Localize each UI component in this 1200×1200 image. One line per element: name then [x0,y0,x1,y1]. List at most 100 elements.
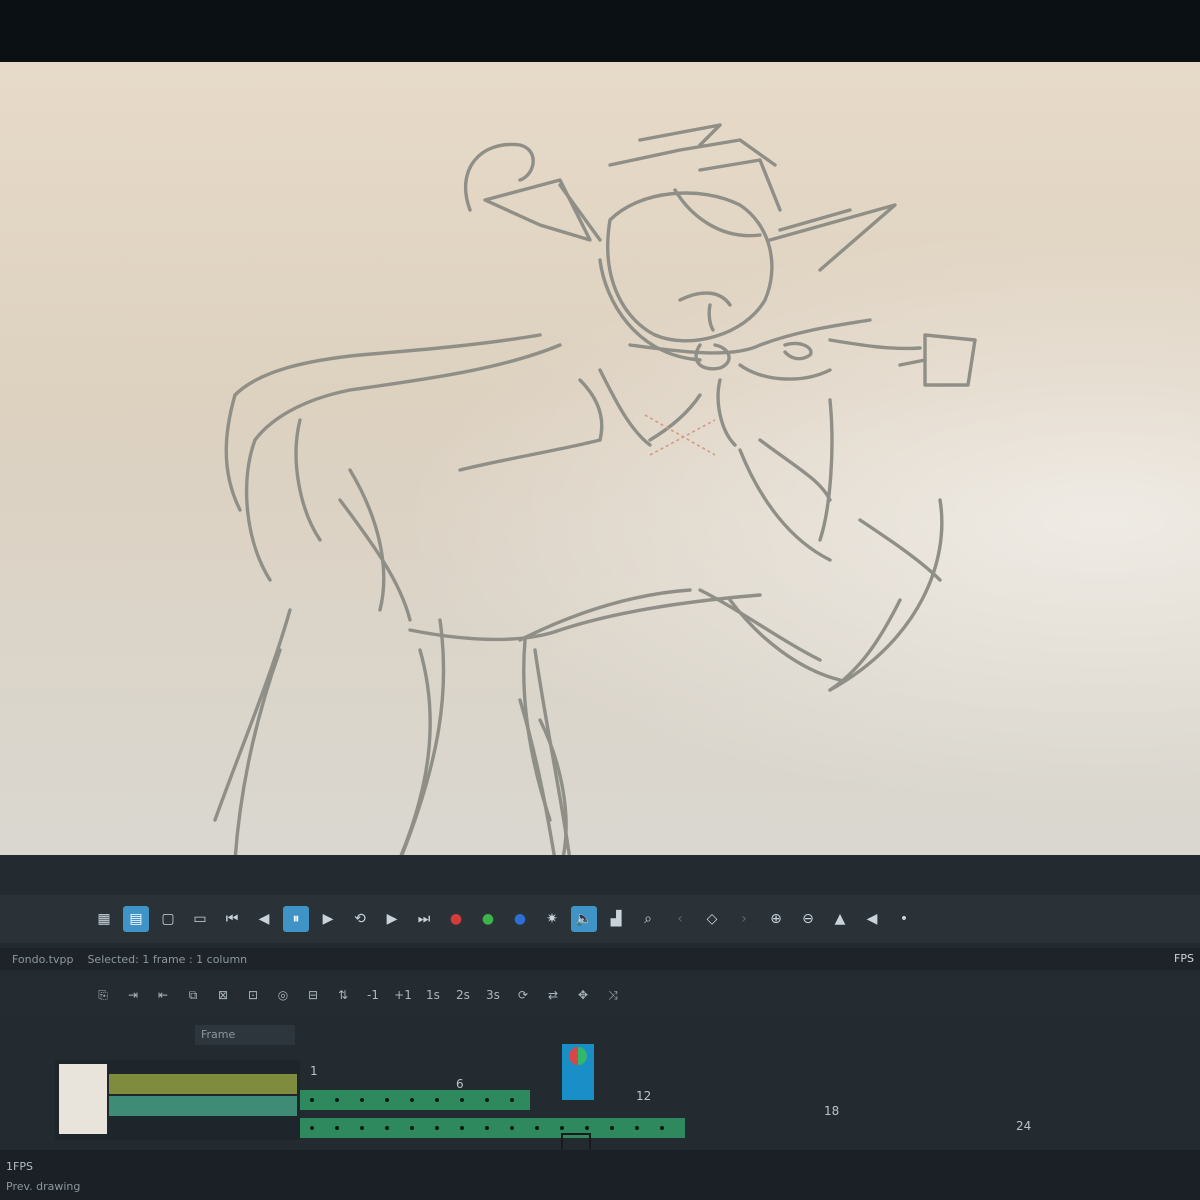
move-icon[interactable]: ✥ [571,983,595,1007]
search-icon[interactable]: ⌕ [635,906,661,932]
transport-toolbar: ▦ ▤ ▢ ▭ ⏮ ◀ ⏸ ▶ ⟲ ▶ ⏭ ● ● ● ✷ 🔈 ▟ ⌕ ‹ ◇ … [0,895,1200,943]
layer-row[interactable] [109,1074,297,1094]
minus-one-button[interactable]: -1 [361,983,385,1007]
zoom-in-icon[interactable]: ⊕ [763,906,789,932]
shuffle-icon[interactable]: ⤨ [601,983,625,1007]
selection-info: Selected: 1 frame : 1 column [87,952,248,966]
icon-glyph: ⏭ [417,911,431,927]
sketch-stroke [518,588,692,642]
icon-glyph: ⇤ [157,988,169,1002]
frame-dot[interactable] [460,1126,464,1130]
light-table-icon[interactable]: ▤ [123,906,149,932]
frame-dot[interactable] [635,1126,639,1130]
icon-glyph: 🔈 [575,911,593,927]
frame-dot[interactable] [435,1098,439,1102]
guide-line [649,419,716,456]
duplicate-icon[interactable]: ⧉ [181,983,205,1007]
next-key-icon[interactable]: › [731,906,757,932]
layer-row[interactable] [109,1096,297,1116]
icon-glyph: ▤ [129,911,143,927]
tick-label: 12 [636,1089,651,1103]
export-icon[interactable]: ⇤ [151,983,175,1007]
drawing-label: Prev. drawing [6,1180,81,1193]
onion-skin-icon[interactable]: ▦ [91,906,117,932]
sketch-stroke [233,648,282,862]
frame-dot[interactable] [560,1126,564,1130]
frame-dot[interactable] [310,1126,314,1130]
sketch-stroke [598,368,652,447]
loop-icon[interactable]: ⟲ [347,906,373,932]
swap-icon[interactable]: ⇄ [541,983,565,1007]
frame-dot[interactable] [435,1126,439,1130]
frame-dot[interactable] [610,1126,614,1130]
frame-dot[interactable] [335,1126,339,1130]
icon-glyph: ⊟ [307,988,319,1002]
icon-glyph: ▭ [193,911,207,927]
icon-glyph: ⌕ [644,911,652,927]
sketch-stroke [707,303,715,332]
frame-dot[interactable] [385,1098,389,1102]
sketch-stroke [458,438,602,472]
clip-icon[interactable]: ⊡ [241,983,265,1007]
frame-dot[interactable] [360,1098,364,1102]
frame-dot[interactable] [460,1098,464,1102]
red-dot-icon[interactable]: ● [443,906,469,932]
frame-dot[interactable] [485,1098,489,1102]
frame-dot[interactable] [535,1126,539,1130]
sketch-stroke [698,158,782,212]
fps-status: 1FPS [6,1160,33,1173]
sketch-stroke [698,588,822,662]
sketch-stroke [338,498,412,622]
keyframe-icon[interactable]: ◇ [699,906,725,932]
layer-thumbnail[interactable] [59,1064,107,1134]
grid-icon[interactable]: ▢ [155,906,181,932]
prev-frame-icon[interactable]: ◀ [251,906,277,932]
sort-icon[interactable]: ⇅ [331,983,355,1007]
next-frame-icon[interactable]: ▶ [379,906,405,932]
sketch-stroke [464,142,535,212]
frame-dot[interactable] [485,1126,489,1130]
fps-label: FPS [1174,952,1194,965]
zoom-out-icon[interactable]: ⊖ [795,906,821,932]
dot-icon[interactable]: • [891,906,917,932]
refresh-icon[interactable]: ⟳ [511,983,535,1007]
exposure-1-button[interactable]: 1s [421,983,445,1007]
plus-one-button[interactable]: +1 [391,983,415,1007]
prev-key-icon[interactable]: ‹ [667,906,693,932]
frame-dot[interactable] [660,1126,664,1130]
trash-icon[interactable]: ⊟ [301,983,325,1007]
sketch-stroke [348,468,386,612]
settings-icon[interactable]: ✷ [539,906,565,932]
icon-glyph: ⏸ [292,911,300,927]
import-icon[interactable]: ⇥ [121,983,145,1007]
frame-dot[interactable] [335,1098,339,1102]
exposure-3-button[interactable]: 3s [481,983,505,1007]
delete-icon[interactable]: ⊠ [211,983,235,1007]
sketch-stroke [638,123,722,147]
frame-dot[interactable] [410,1098,414,1102]
last-frame-icon[interactable]: ⏭ [411,906,437,932]
play-icon[interactable]: ▶ [315,906,341,932]
frame-dot[interactable] [510,1098,514,1102]
sound-icon[interactable]: 🔈 [571,906,597,932]
chart-icon[interactable]: ▟ [603,906,629,932]
frame-icon[interactable]: ▭ [187,906,213,932]
first-frame-icon[interactable]: ⏮ [219,906,245,932]
pause-icon[interactable]: ⏸ [283,906,309,932]
camera-icon[interactable]: ◎ [271,983,295,1007]
frame-dot[interactable] [385,1126,389,1130]
sketch-stroke [606,191,774,343]
frame-dot[interactable] [410,1126,414,1130]
frame-dot[interactable] [510,1126,514,1130]
frame-dot[interactable] [585,1126,589,1130]
triangle-up-icon[interactable]: ▲ [827,906,853,932]
drawing-canvas[interactable] [0,62,1200,892]
exposure-2-button[interactable]: 2s [451,983,475,1007]
triangle-left-icon[interactable]: ◀ [859,906,885,932]
green-dot-icon[interactable]: ● [475,906,501,932]
blue-dot-icon[interactable]: ● [507,906,533,932]
frame-dot[interactable] [360,1126,364,1130]
new-layer-icon[interactable]: ⎘ [91,983,115,1007]
sketch-stroke [828,338,922,351]
frame-dot[interactable] [310,1098,314,1102]
